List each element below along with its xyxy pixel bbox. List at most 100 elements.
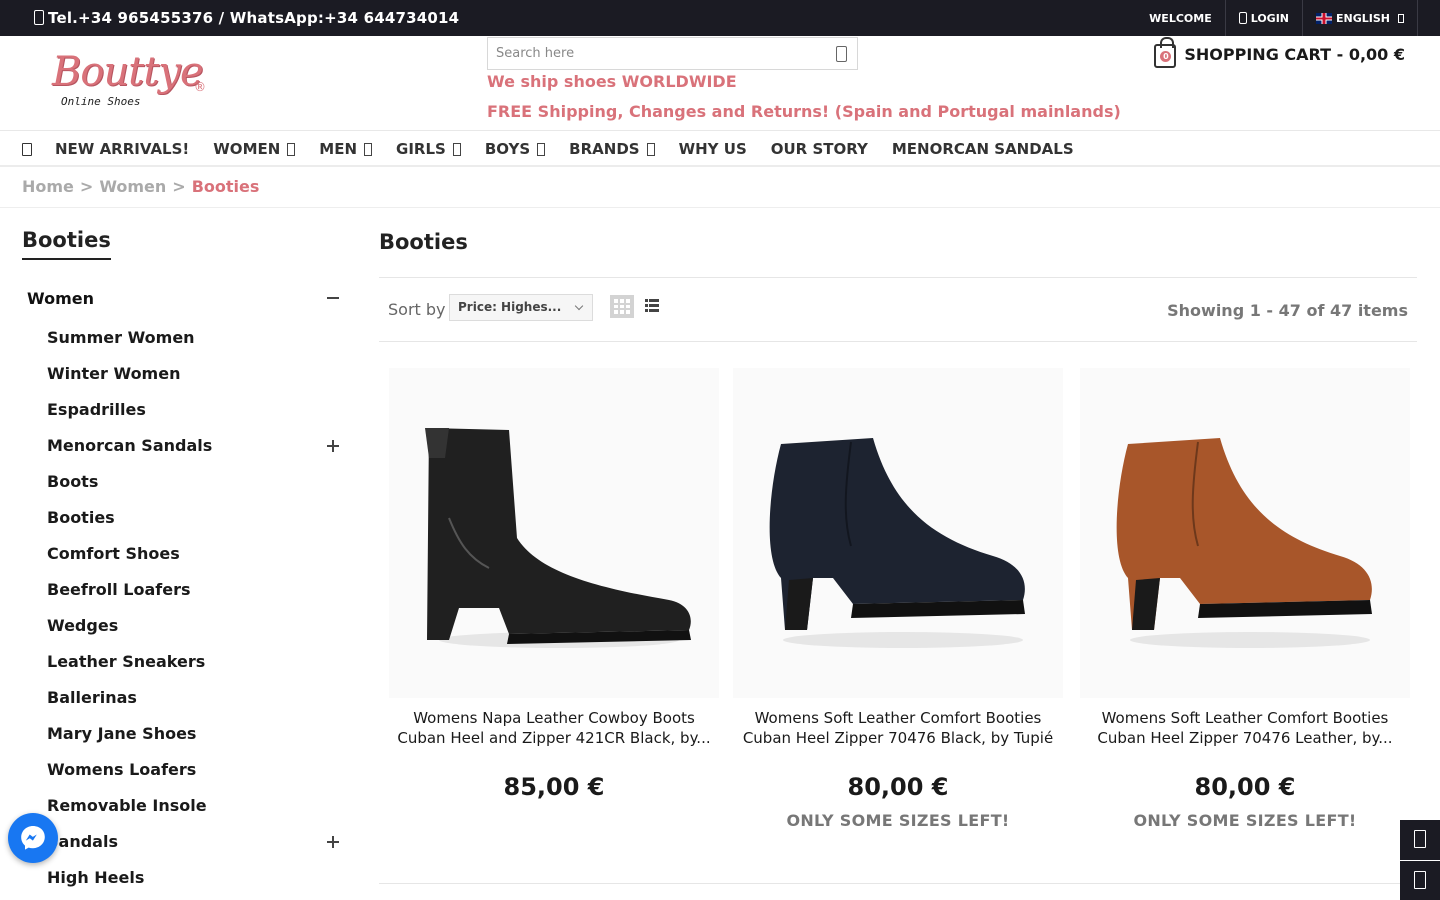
nav-item-label[interactable]: BRANDS [569, 140, 639, 158]
sidebar-item-removable-insole[interactable]: Removable Insole [47, 788, 212, 824]
contact-text[interactable]: Tel.+34 965455376 / WhatsApp:+34 6447340… [48, 9, 459, 27]
language-label[interactable]: ENGLISH [1336, 12, 1390, 25]
chevron-down-icon [574, 301, 584, 311]
sidebar-item-booties[interactable]: Booties [47, 500, 212, 536]
grid-view-icon[interactable] [610, 295, 634, 318]
product-image[interactable] [733, 368, 1063, 698]
sidebar-item-summer-women[interactable]: Summer Women [47, 320, 212, 356]
sidebar-item-espadrilles[interactable]: Espadrilles [47, 392, 212, 428]
product-card[interactable]: Womens Soft Leather Comfort Booties Cuba… [733, 368, 1063, 830]
stock-notice: ONLY SOME SIZES LEFT! [786, 811, 1010, 830]
welcome-text: WELCOME [1149, 11, 1212, 25]
product-image[interactable] [389, 368, 719, 698]
product-name[interactable]: Womens Napa Leather Cowboy Boots Cuban H… [389, 708, 719, 768]
sidebar-item-comfort-shoes[interactable]: Comfort Shoes [47, 536, 212, 572]
breadcrumb-separator: > [79, 177, 94, 196]
nav-item-our-story[interactable]: OUR STORY [771, 140, 868, 158]
nav-item-new-arrivals[interactable]: NEW ARRIVALS! [55, 140, 189, 158]
nav-item-brands[interactable]: BRANDS [569, 140, 655, 158]
sidebar-item-sandals[interactable]: Sandals [47, 824, 212, 860]
sort-label: Sort by [388, 300, 446, 319]
collapse-icon[interactable] [327, 292, 339, 304]
product-image[interactable] [1080, 368, 1410, 698]
shopping-cart[interactable]: 0 SHOPPING CART - 0,00 € [1154, 36, 1405, 72]
nav-item-girls[interactable]: GIRLS [396, 140, 461, 158]
nav-item-women[interactable]: WOMEN [213, 140, 296, 158]
sidebar-category-list: Summer Women Winter Women Espadrilles Menor… [47, 320, 212, 896]
product-card[interactable]: Womens Soft Leather Comfort Booties Cuba… [1080, 368, 1410, 830]
nav-item-label[interactable]: GIRLS [396, 140, 446, 158]
product-card[interactable]: Womens Napa Leather Cowboy Boots Cuban H… [389, 368, 719, 801]
cart-label[interactable]: SHOPPING CART - 0,00 € [1184, 45, 1405, 64]
expand-icon[interactable] [327, 440, 339, 452]
logo-tagline: Online Shoes [61, 95, 141, 108]
floating-action-button[interactable] [1400, 861, 1440, 900]
breadcrumb-women[interactable]: Women [99, 177, 166, 196]
divider [379, 883, 1417, 884]
divider [379, 341, 1417, 342]
ankle-boot-icon [425, 428, 691, 648]
search-icon[interactable] [836, 46, 847, 62]
free-shipping-promo: FREE Shipping, Changes and Returns! (Spa… [487, 102, 1121, 121]
nav-menu: NEW ARRIVALS! WOMEN MEN GIRLS BOYS BRANDS WHY … [55, 140, 1098, 158]
nav-item-label[interactable]: WHY US [679, 140, 747, 158]
messenger-chat-button[interactable] [8, 813, 58, 863]
nav-item-label[interactable]: OUR STORY [771, 140, 868, 158]
nav-item-why-us[interactable]: WHY US [679, 140, 747, 158]
chevron-down-icon [537, 142, 546, 156]
sidebar-item-womens-loafers[interactable]: Womens Loafers [47, 752, 212, 788]
nav-item-boys[interactable]: BOYS [485, 140, 546, 158]
login-link[interactable]: LOGIN [1224, 0, 1302, 36]
breadcrumb-home[interactable]: Home [22, 177, 74, 196]
expand-icon[interactable] [327, 836, 339, 848]
sort-select[interactable]: Price: Highes... [449, 294, 593, 321]
home-icon[interactable] [22, 143, 32, 156]
contact-info[interactable]: Tel.+34 965455376 / WhatsApp:+34 6447340… [34, 9, 459, 27]
logo-wordmark[interactable]: Bouttye [52, 50, 212, 94]
messenger-icon [21, 826, 45, 850]
nav-item-label[interactable]: BOYS [485, 140, 530, 158]
stock-notice: ONLY SOME SIZES LEFT! [1133, 811, 1357, 830]
breadcrumb: Home > Women > Booties [22, 177, 259, 196]
nav-item-label[interactable]: NEW ARRIVALS! [55, 140, 189, 158]
breadcrumb-current: Booties [191, 177, 260, 196]
sidebar-item-high-heels[interactable]: High Heels [47, 860, 212, 896]
app-icon [1414, 830, 1426, 848]
product-name[interactable]: Womens Soft Leather Comfort Booties Cuba… [1080, 708, 1410, 768]
page-title: Booties [379, 230, 468, 254]
floating-action-button[interactable] [1400, 820, 1440, 860]
sidebar-item-leather-sneakers[interactable]: Leather Sneakers [47, 644, 212, 680]
breadcrumb-separator: > [172, 177, 186, 196]
nav-item-label[interactable]: MENORCAN SANDALS [892, 140, 1074, 158]
nav-item-men[interactable]: MEN [319, 140, 373, 158]
sidebar-item-mary-jane-shoes[interactable]: Mary Jane Shoes [47, 716, 212, 752]
nav-item-menorcan-sandals[interactable]: MENORCAN SANDALS [892, 140, 1074, 158]
sidebar-item-beefroll-loafers[interactable]: Beefroll Loafers [47, 572, 212, 608]
language-selector[interactable]: ENGLISH [1302, 0, 1418, 36]
user-icon [1238, 12, 1247, 24]
phone-icon [34, 10, 44, 25]
sort-value[interactable]: Price: Highes... [458, 300, 561, 314]
uk-flag-icon [1316, 12, 1333, 24]
ankle-boot-icon [769, 438, 1025, 648]
search-box [487, 37, 858, 70]
nav-item-label[interactable]: MEN [319, 140, 357, 158]
product-price: 80,00 € [1194, 773, 1296, 801]
sidebar-item-boots[interactable]: Boots [47, 464, 212, 500]
sidebar-item-menorcan-sandals[interactable]: Menorcan Sandals [47, 428, 212, 464]
site-logo[interactable]: Bouttye ® Online Shoes [52, 50, 212, 112]
product-name[interactable]: Womens Soft Leather Comfort Booties Cuba… [733, 708, 1063, 768]
item-count: Showing 1 - 47 of 47 items [1167, 301, 1408, 320]
list-view-icon[interactable] [645, 299, 659, 312]
divider [379, 277, 1417, 278]
sidebar-category-women[interactable]: Women [27, 289, 94, 308]
sidebar-item-winter-women[interactable]: Winter Women [47, 356, 212, 392]
sidebar-item-wedges[interactable]: Wedges [47, 608, 212, 644]
login-label[interactable]: LOGIN [1251, 12, 1289, 25]
sidebar-item-ballerinas[interactable]: Ballerinas [47, 680, 212, 716]
top-bar: Tel.+34 965455376 / WhatsApp:+34 6447340… [0, 0, 1440, 36]
chevron-down-icon [646, 142, 655, 156]
divider [0, 207, 1440, 208]
search-input[interactable] [488, 38, 808, 69]
nav-item-label[interactable]: WOMEN [213, 140, 280, 158]
